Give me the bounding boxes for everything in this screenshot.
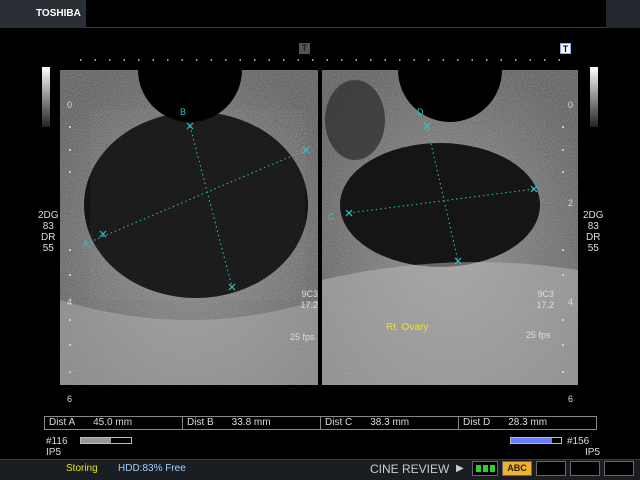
- left-fps: 25 fps: [290, 332, 315, 342]
- ultrasound-image: B A D C: [60, 59, 578, 385]
- depth-right-0: 0: [568, 100, 574, 110]
- abc-button[interactable]: ABC: [502, 461, 532, 476]
- soft-key-1[interactable]: [536, 461, 566, 476]
- measurement-a: Dist A 45.0 mm: [45, 417, 183, 429]
- depth-left-4: 4: [67, 297, 73, 307]
- storing-status: Storing: [66, 463, 98, 474]
- depth-left-0: 0: [67, 100, 73, 110]
- measurement-d: Dist D 28.3 mm: [463, 417, 548, 428]
- left-probe-info: 9C3 17.2: [300, 289, 318, 310]
- marker-d: D: [417, 107, 424, 117]
- play-icon[interactable]: ▶: [456, 463, 464, 474]
- right-probe-info: 9C3 17.2: [536, 289, 554, 310]
- left-cine-slider[interactable]: [80, 437, 132, 444]
- soft-key-3[interactable]: [604, 461, 634, 476]
- measurement-c: Dist C 38.3 mm: [321, 417, 459, 429]
- marker-c: C: [328, 212, 335, 222]
- marker-b: B: [180, 107, 186, 117]
- depth-right-6: 6: [568, 394, 574, 404]
- marker-a: A: [83, 239, 89, 249]
- right-cine-slider-fill: [511, 438, 552, 443]
- depth-right-4: 4: [568, 297, 574, 307]
- measurement-table: Dist A 45.0 mm Dist B 33.8 mm Dist C 38.3 m…: [44, 416, 597, 430]
- battery-icon: [472, 461, 498, 476]
- left-scan: [60, 70, 318, 385]
- grayscale-bar-right: [590, 67, 598, 127]
- cine-review-label: CINE REVIEW: [370, 462, 450, 476]
- hdd-status: HDD:83% Free: [118, 463, 186, 474]
- soft-key-2[interactable]: [570, 461, 600, 476]
- grayscale-bar-left: [42, 67, 50, 127]
- measurement-b: Dist B 33.8 mm: [183, 417, 321, 429]
- left-cine-slider-fill: [81, 438, 111, 443]
- left-image-icon[interactable]: T: [299, 43, 310, 54]
- annotation-label: Rt. Ovary: [386, 322, 429, 333]
- right-image-icon[interactable]: T: [560, 43, 571, 54]
- depth-left-6: 6: [67, 394, 73, 404]
- left-frame-info: #116 IP5: [46, 436, 68, 458]
- right-frame-info: #156 IP5: [567, 436, 601, 458]
- right-cine-slider[interactable]: [510, 437, 562, 444]
- right-image-params: 2DG 83 DR 55: [583, 210, 604, 254]
- depth-right-2: 2: [568, 198, 574, 208]
- left-image-params: 2DG 83 DR 55: [38, 210, 59, 254]
- right-fps: 25 fps: [526, 330, 551, 340]
